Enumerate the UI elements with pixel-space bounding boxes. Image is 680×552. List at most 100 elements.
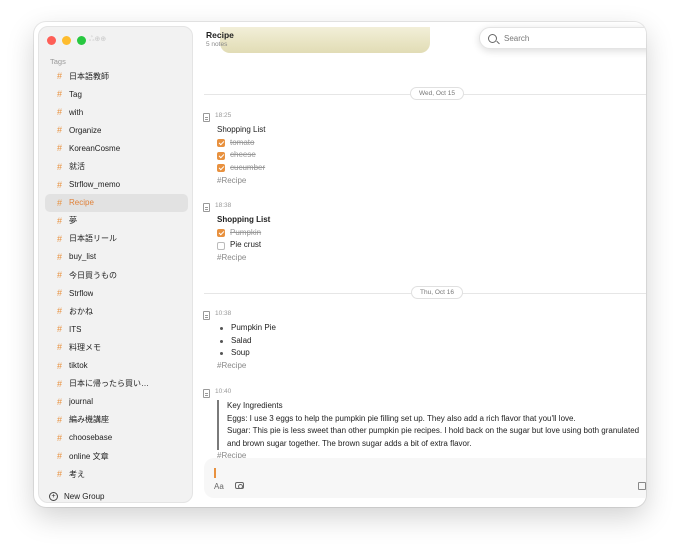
note-composer[interactable]: Aa	[204, 458, 646, 498]
new-group-label: New Group	[64, 492, 105, 501]
header-banner	[220, 27, 430, 53]
hashtag-icon: #	[57, 414, 63, 425]
checklist-item: Pie crust	[217, 239, 646, 252]
sidebar-tag-item[interactable]: # Tag	[45, 85, 188, 103]
checkbox[interactable]	[217, 241, 225, 250]
sidebar-tag-item[interactable]: # 考え	[45, 465, 188, 483]
text-caret	[214, 468, 216, 478]
note-time: 18:38	[215, 202, 232, 209]
hashtag-icon: #	[57, 288, 63, 299]
app-window: ஃ⊕⊕ Tags # 日本語教師 # Tag # with # Organize # Korean…	[34, 22, 646, 507]
bullet-text: Pumpkin Pie	[231, 323, 276, 332]
sidebar-tag-item[interactable]: # KoreanCosme	[45, 139, 188, 157]
sidebar-tag-item[interactable]: # 今日買うもの	[45, 266, 188, 284]
sidebar-tag-label: 夢	[69, 216, 77, 226]
note-title: Shopping List	[217, 215, 271, 224]
sidebar-tag-item[interactable]: # Strflow_memo	[45, 176, 188, 194]
minimize-window-button[interactable]	[62, 36, 71, 45]
sidebar-tag-label: ITS	[69, 324, 82, 334]
note-title: Shopping List	[217, 125, 266, 134]
hashtag-icon: #	[57, 469, 63, 480]
hashtag-icon: #	[57, 306, 63, 317]
main-panel: Recipe 5 notes Wed, Oct 15 18:25 Shoppin…	[196, 22, 646, 507]
format-button[interactable]: Aa	[214, 482, 224, 491]
checklist-item: tomato	[217, 137, 646, 150]
hashtag-icon: #	[57, 396, 63, 407]
sidebar-tag-label: KoreanCosme	[69, 143, 121, 153]
sidebar-tag-item[interactable]: # 日本語リール	[45, 230, 188, 248]
sidebar-tag-item[interactable]: # ITS	[45, 320, 188, 338]
sidebar-tag-item[interactable]: # Organize	[45, 121, 188, 139]
checklist-item: Pumpkin	[217, 227, 646, 240]
hashtag-icon: #	[57, 215, 63, 226]
sidebar-tag-item[interactable]: # with	[45, 103, 188, 121]
sidebar-tag-label: with	[69, 107, 84, 117]
sidebar-tag-item[interactable]: # buy_list	[45, 248, 188, 266]
sidebar-tag-item[interactable]: # Recipe	[45, 193, 188, 212]
date-pill: Wed, Oct 15	[409, 87, 465, 100]
date-separator: Thu, Oct 16	[204, 286, 646, 299]
hashtag-icon: #	[57, 89, 63, 100]
checklist-item-text: Pie crust	[230, 240, 262, 250]
sidebar-tag-label: 今日買うもの	[69, 270, 117, 280]
bullet-text: Salad	[231, 335, 252, 345]
hashtag-icon: #	[57, 451, 63, 462]
sidebar-tag-item[interactable]: # Strflow	[45, 284, 188, 302]
checkbox[interactable]	[217, 151, 225, 160]
checklist-item: cucumber	[217, 162, 646, 175]
note-icon	[203, 113, 210, 122]
sidebar-tag-item[interactable]: # journal	[45, 393, 188, 411]
sidebar-tag-label: 編み機講座	[69, 415, 109, 425]
bullet-item: Pumpkin Pie	[217, 322, 646, 335]
sidebar-tag-label: journal	[69, 397, 94, 407]
search-bar[interactable]	[479, 27, 646, 49]
sidebar-tag-item[interactable]: # 夢	[45, 212, 188, 230]
note-icon	[203, 311, 210, 320]
sidebar-tag-label: Organize	[69, 125, 102, 135]
checklist-item-text: Pumpkin	[230, 227, 262, 237]
sidebar-tag-item[interactable]: # 日本に帰ったら買い…	[45, 375, 188, 393]
search-input[interactable]	[504, 33, 646, 43]
checkbox[interactable]	[217, 139, 225, 148]
note-hashtag[interactable]: #Recipe	[217, 175, 646, 188]
attach-photo-icon[interactable]	[235, 482, 244, 489]
note-icon	[203, 389, 210, 398]
note-card[interactable]: 10:40 Key Ingredients Eggs: I use 3 eggs…	[203, 388, 646, 460]
note-card[interactable]: 18:38 Shopping List Pumpkin Pie crust #R…	[203, 202, 646, 267]
quote-line: Eggs: I use 3 eggs to help the pumpkin p…	[227, 413, 576, 423]
hashtag-icon: #	[57, 179, 63, 190]
sidebar-tag-label: 料理メモ	[69, 342, 101, 352]
calendar-icon[interactable]	[638, 482, 646, 490]
checkbox[interactable]	[217, 229, 225, 238]
sidebar-tag-item[interactable]: # おかね	[45, 302, 188, 320]
sidebar-tag-item[interactable]: # online 文章	[45, 447, 188, 465]
sidebar-tag-item[interactable]: # 日本語教師	[45, 67, 188, 85]
hashtag-icon: #	[57, 107, 63, 118]
plus-circle-icon: +	[49, 492, 58, 501]
hashtag-icon: #	[57, 270, 63, 281]
sidebar-tag-item[interactable]: # tiktok	[45, 357, 188, 375]
checkbox[interactable]	[217, 164, 225, 173]
sidebar-tag-label: おかね	[69, 306, 93, 316]
hashtag-icon: #	[57, 125, 63, 136]
bullet-item: Salad	[217, 335, 646, 348]
checklist-item: cheese	[217, 149, 646, 162]
sidebar-tag-item[interactable]: # 編み機講座	[45, 411, 188, 429]
bullet-item: Soup	[217, 347, 646, 360]
hashtag-icon: #	[57, 360, 63, 371]
note-hashtag[interactable]: #Recipe	[217, 360, 646, 373]
new-group-button[interactable]: + New Group	[49, 492, 104, 501]
hashtag-icon: #	[57, 233, 63, 244]
title-block: Recipe 5 notes	[206, 30, 234, 48]
note-card[interactable]: 18:25 Shopping List tomato cheese cucumb…	[203, 112, 646, 188]
hashtag-icon: #	[57, 161, 63, 172]
sidebar-tag-item[interactable]: # 料理メモ	[45, 338, 188, 356]
zoom-window-button[interactable]	[77, 36, 86, 45]
sidebar-tag-item[interactable]: # 就活	[45, 157, 188, 175]
note-time: 10:38	[215, 310, 232, 317]
note-card[interactable]: 10:38 Pumpkin Pie Salad Soup #Recipe	[203, 310, 646, 375]
hashtag-icon: #	[57, 378, 63, 389]
sidebar-tag-item[interactable]: # choosebase	[45, 429, 188, 447]
note-hashtag[interactable]: #Recipe	[217, 252, 646, 265]
close-window-button[interactable]	[47, 36, 56, 45]
